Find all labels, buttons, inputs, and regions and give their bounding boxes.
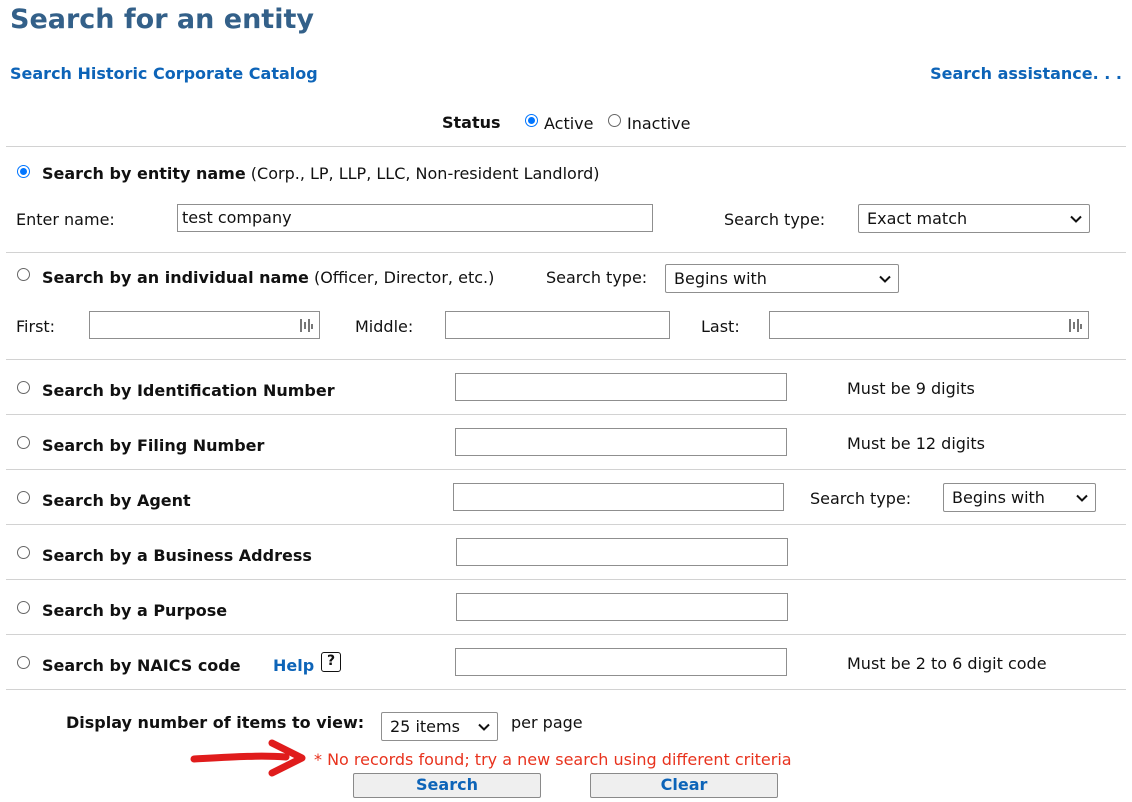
naics-label[interactable]: Search by NAICS code — [42, 656, 241, 675]
purpose-label[interactable]: Search by a Purpose — [42, 601, 227, 620]
items-per-page-value: 25 items — [390, 717, 460, 736]
enter-name-label: Enter name: — [16, 210, 115, 229]
naics-help-link[interactable]: Help — [273, 656, 314, 675]
items-per-page-select[interactable]: 25 items — [381, 712, 498, 741]
id-number-input[interactable] — [455, 373, 787, 401]
agent-radio[interactable] — [17, 491, 30, 504]
business-address-radio[interactable] — [17, 546, 30, 559]
entity-name-radio[interactable] — [17, 165, 30, 178]
agent-search-type-select[interactable]: Begins with — [943, 483, 1096, 512]
chevron-down-icon — [1070, 215, 1082, 223]
entity-search-type-select[interactable]: Exact match — [858, 204, 1090, 233]
middle-name-input[interactable] — [445, 311, 670, 339]
chevron-down-icon — [1076, 494, 1088, 502]
individual-search-type-label: Search type: — [546, 268, 648, 287]
clear-button[interactable]: Clear — [590, 773, 778, 798]
purpose-input[interactable] — [456, 593, 788, 621]
individual-search-type-select[interactable]: Begins with — [665, 264, 899, 293]
individual-name-label: Search by an individual name — [42, 268, 309, 287]
historic-catalog-link[interactable]: Search Historic Corporate Catalog — [10, 64, 318, 83]
agent-input[interactable] — [453, 483, 784, 511]
purpose-radio[interactable] — [17, 601, 30, 614]
individual-name-option[interactable]: Search by an individual name (Officer, D… — [42, 268, 494, 287]
per-page-label: per page — [511, 713, 583, 732]
chevron-down-icon — [478, 723, 490, 731]
help-icon[interactable]: ? — [321, 652, 341, 672]
entity-name-option[interactable]: Search by entity name (Corp., LP, LLP, L… — [42, 164, 600, 183]
agent-label[interactable]: Search by Agent — [42, 491, 191, 510]
status-inactive-label[interactable]: Inactive — [627, 114, 691, 133]
business-address-label[interactable]: Search by a Business Address — [42, 546, 312, 565]
page-title: Search for an entity — [10, 4, 314, 35]
divider — [6, 359, 1126, 360]
divider — [6, 469, 1126, 470]
agent-search-type-value: Begins with — [952, 488, 1045, 507]
autofill-icon[interactable] — [299, 318, 313, 333]
divider — [6, 579, 1126, 580]
last-name-label: Last: — [701, 317, 740, 336]
entity-name-hint: (Corp., LP, LLP, LLC, Non-resident Landl… — [250, 164, 600, 183]
middle-name-label: Middle: — [355, 317, 414, 336]
individual-name-hint: (Officer, Director, etc.) — [313, 268, 495, 287]
divider — [6, 252, 1126, 253]
naics-radio[interactable] — [17, 656, 30, 669]
red-arrow-icon — [190, 739, 306, 777]
autofill-icon[interactable] — [1068, 318, 1082, 333]
naics-note: Must be 2 to 6 digit code — [847, 654, 1047, 673]
divider — [6, 524, 1126, 525]
first-name-input[interactable] — [89, 311, 320, 339]
id-number-radio[interactable] — [17, 381, 30, 394]
business-address-input[interactable] — [456, 538, 788, 566]
naics-input[interactable] — [455, 648, 787, 676]
filing-number-input[interactable] — [455, 428, 787, 456]
filing-number-radio[interactable] — [17, 436, 30, 449]
chevron-down-icon — [879, 275, 891, 283]
no-records-error: * No records found; try a new search usi… — [314, 750, 792, 769]
first-name-label: First: — [16, 317, 56, 336]
divider — [6, 414, 1126, 415]
entity-search-type-label: Search type: — [724, 210, 826, 229]
last-name-input[interactable] — [769, 311, 1089, 339]
search-button[interactable]: Search — [353, 773, 541, 798]
divider — [6, 689, 1126, 690]
divider — [6, 634, 1126, 635]
divider — [6, 146, 1126, 147]
status-active-label[interactable]: Active — [544, 114, 594, 133]
id-number-note: Must be 9 digits — [847, 379, 975, 398]
display-items-label: Display number of items to view: — [66, 713, 365, 732]
status-inactive-radio[interactable] — [608, 114, 621, 127]
individual-name-radio[interactable] — [17, 268, 30, 281]
entity-name-label: Search by entity name — [42, 164, 246, 183]
id-number-label[interactable]: Search by Identification Number — [42, 381, 335, 400]
individual-search-type-value: Begins with — [674, 269, 767, 288]
filing-number-label[interactable]: Search by Filing Number — [42, 436, 264, 455]
status-active-radio[interactable] — [525, 114, 538, 127]
entity-name-input[interactable]: test company — [177, 204, 653, 232]
status-label: Status — [442, 113, 501, 132]
entity-search-type-value: Exact match — [867, 209, 968, 228]
search-assistance-link[interactable]: Search assistance. . . — [930, 64, 1122, 83]
agent-search-type-label: Search type: — [810, 489, 912, 508]
filing-number-note: Must be 12 digits — [847, 434, 985, 453]
